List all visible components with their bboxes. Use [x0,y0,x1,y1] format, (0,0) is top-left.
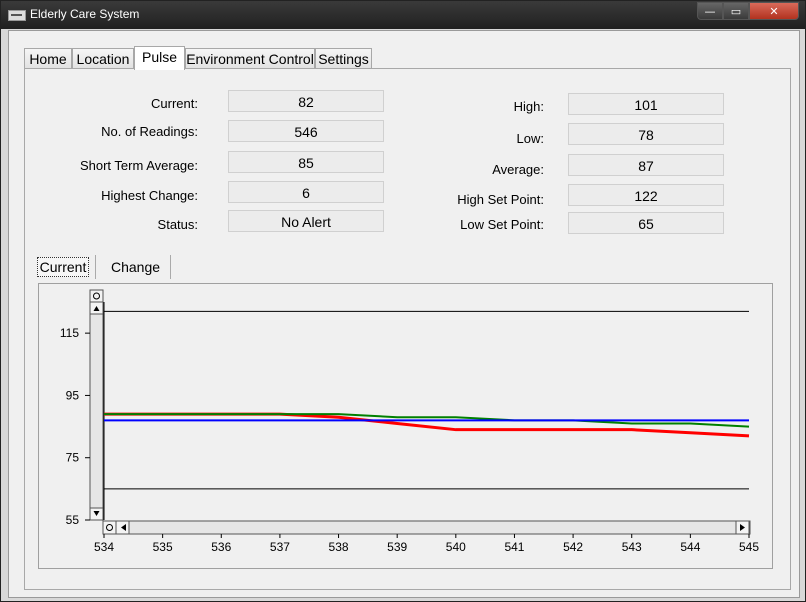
y-tick-label: 55 [66,513,80,527]
highest-change-label: Highest Change: [101,188,198,203]
x-tick-label: 543 [622,540,642,554]
close-button[interactable]: ✕ [749,2,799,20]
plot-area: 55 75 95 115 534 535 536 537 538 539 540 541 542 543 5… [60,302,759,554]
app-icon [8,10,26,21]
tab-pulse[interactable]: Pulse [134,46,185,70]
x-tick-label: 536 [211,540,231,554]
pulse-chart: 55 75 95 115 534 535 536 537 538 539 540 541 542 543 5… [38,283,773,569]
tab-environment-control[interactable]: Environment Control [185,48,315,68]
low-label: Low: [516,131,544,146]
high-set-point-label: High Set Point: [457,192,544,207]
readings-label: No. of Readings: [101,124,198,139]
y-tick-label: 115 [60,326,79,340]
average-value: 87 [568,154,724,176]
title-bar[interactable]: Elderly Care System — ▭ ✕ [1,1,805,29]
x-tick-label: 537 [270,540,290,554]
chart-tab-change[interactable]: Change [101,255,171,279]
x-tick-label: 545 [739,540,759,554]
x-tick-label: 539 [387,540,407,554]
zoom-reset-h-icon[interactable] [102,520,117,535]
low-value: 78 [568,123,724,145]
status-value: No Alert [228,210,384,232]
y-tick-label: 75 [66,451,80,465]
x-tick-label: 541 [504,540,524,554]
x-tick-label: 542 [563,540,583,554]
current-label: Current: [151,96,198,111]
tab-settings[interactable]: Settings [315,48,372,68]
y-tick-label: 95 [66,388,80,402]
short-term-average-value: 85 [228,151,384,173]
x-tick-label: 540 [446,540,466,554]
maximize-button[interactable]: ▭ [723,2,749,20]
client-area: Home Location Pulse Environment Control … [8,30,800,598]
app-window: Elderly Care System — ▭ ✕ Home Location … [0,0,806,602]
horizontal-scrollbar[interactable] [102,520,751,535]
high-value: 101 [568,93,724,115]
high-set-point-value: 122 [568,184,724,206]
x-tick-label: 534 [94,540,114,554]
short-term-average-label: Short Term Average: [79,158,198,173]
window-title: Elderly Care System [30,7,140,21]
pulse-tab-page: Current: 82 No. of Readings: 546 Short T… [24,68,791,590]
minimize-button[interactable]: — [697,2,723,20]
readings-value: 546 [228,120,384,142]
high-label: High: [513,99,544,114]
current-value: 82 [228,90,384,112]
vertical-scrollbar[interactable] [89,289,104,521]
x-tick-label: 535 [153,540,173,554]
x-tick-label: 544 [680,540,700,554]
tab-location[interactable]: Location [72,48,134,68]
x-tick-label: 538 [329,540,349,554]
low-set-point-value: 65 [568,212,724,234]
highest-change-value: 6 [228,181,384,203]
zoom-reset-icon[interactable] [89,289,104,303]
chart-tab-divider [95,255,96,279]
status-label: Status: [157,217,198,232]
chart-tab-current[interactable]: Current [37,257,89,277]
tab-home[interactable]: Home [24,48,72,68]
low-set-point-label: Low Set Point: [460,217,544,232]
chart-canvas: 55 75 95 115 534 535 536 537 538 539 540 541 542 543 5… [60,289,759,554]
average-label: Average: [492,162,544,177]
